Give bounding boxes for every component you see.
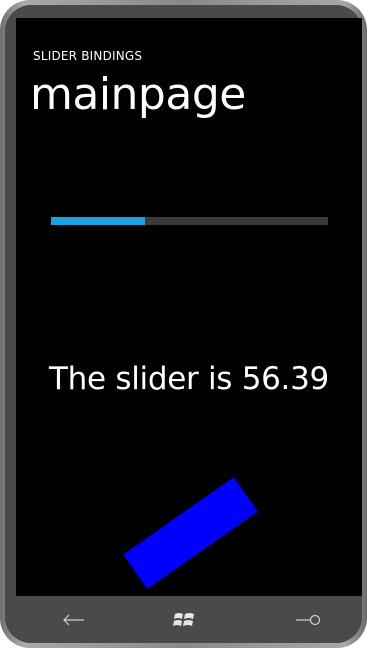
slider-value-text: The slider is 56.39: [49, 361, 329, 397]
search-button[interactable]: [278, 596, 338, 643]
phone-screen: SLIDER BINDINGS mainpage The slider is 5…: [16, 18, 362, 596]
rotated-rectangle: [123, 477, 258, 589]
start-button[interactable]: [154, 596, 214, 643]
phone-frame: SLIDER BINDINGS mainpage The slider is 5…: [0, 0, 367, 648]
windows-logo-icon: [173, 612, 194, 626]
page-title: mainpage: [30, 69, 246, 120]
search-icon: [296, 614, 321, 625]
slider-fill: [51, 217, 146, 225]
back-button[interactable]: [43, 596, 103, 643]
hardware-button-bar: [5, 596, 362, 643]
slider[interactable]: [51, 217, 328, 225]
back-arrow-icon: [63, 614, 84, 625]
app-title: SLIDER BINDINGS: [33, 49, 143, 63]
